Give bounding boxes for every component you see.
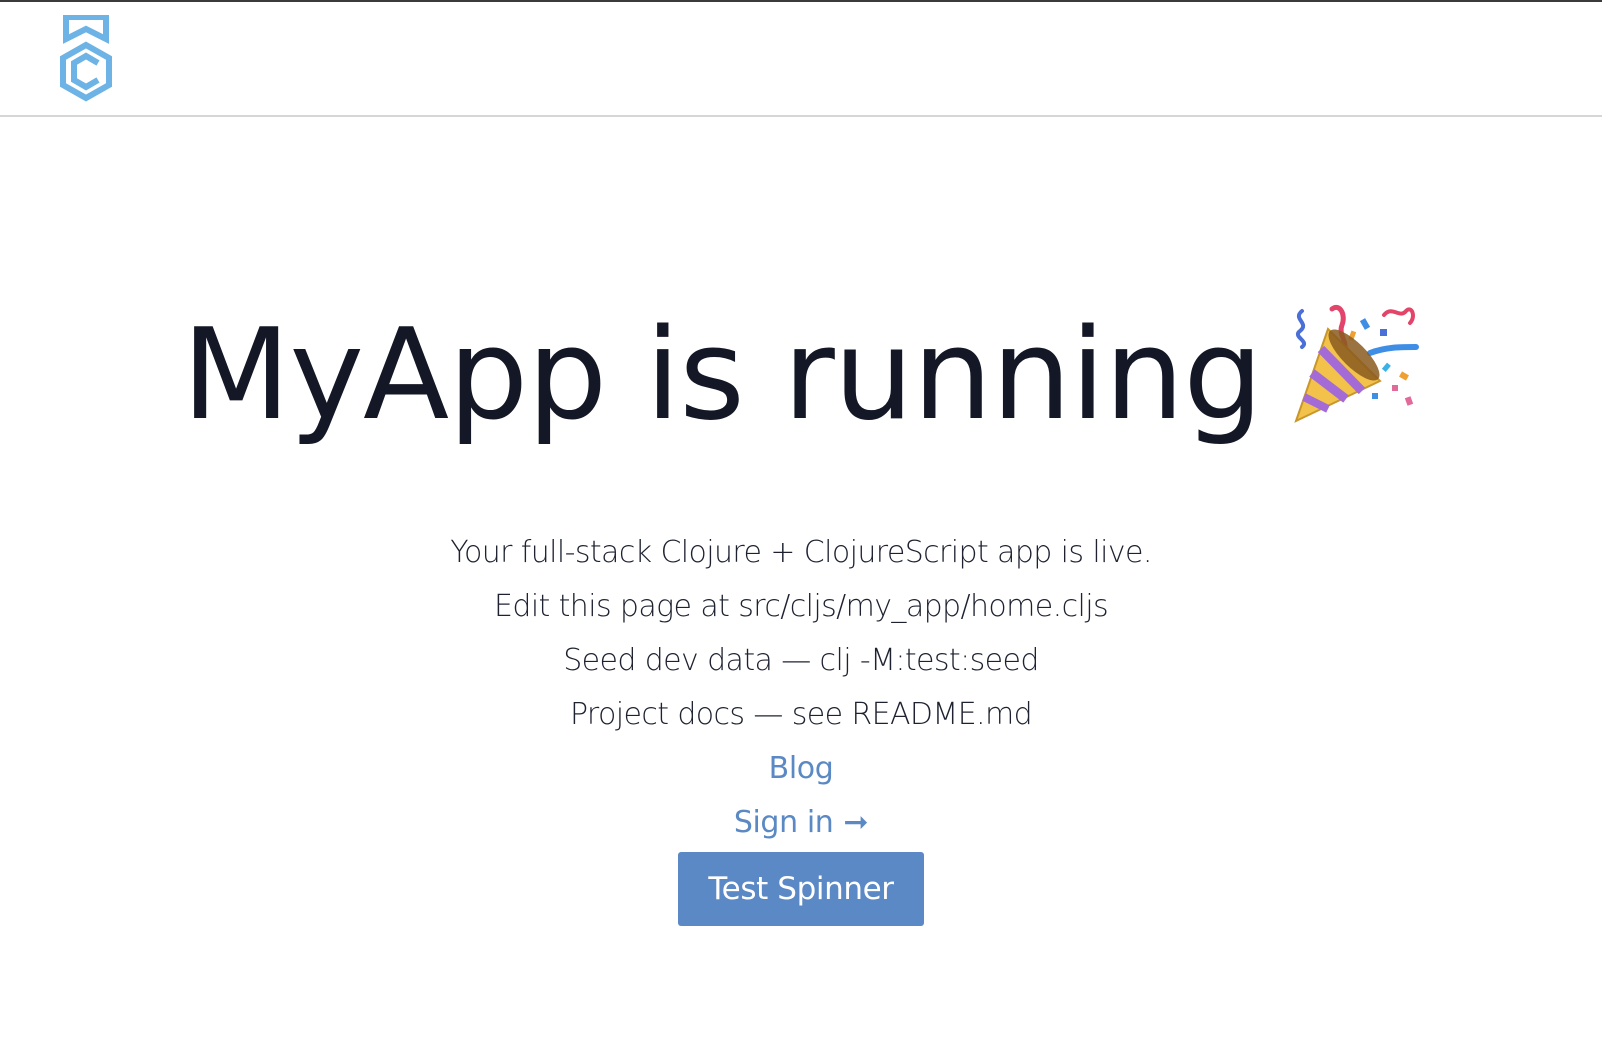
button-row: Test Spinner [0, 852, 1602, 926]
test-spinner-button[interactable]: Test Spinner [678, 852, 924, 926]
blog-link[interactable]: Blog [769, 742, 834, 796]
app-header [0, 2, 1602, 117]
arrow-right-icon: ➞ [843, 805, 869, 840]
signin-row: Sign in ➞ [0, 796, 1602, 850]
page-title: MyApp is running [181, 301, 1263, 448]
info-line-live: Your full-stack Clojure + ClojureScript … [450, 535, 1152, 570]
info-line-project-docs: Project docs — see README.md [569, 697, 1033, 732]
info-section: Your full-stack Clojure + ClojureScript … [0, 526, 1602, 926]
hero-title-row: MyApp is running [182, 300, 1420, 450]
shield-c-logo-icon[interactable] [56, 15, 116, 107]
party-popper-icon [1294, 305, 1420, 423]
info-line-edit-path: Edit this page at src/cljs/my_app/home.c… [494, 589, 1109, 624]
info-line-seed-data: Seed dev data — clj -M:test:seed [563, 643, 1039, 678]
blog-row: Blog [0, 742, 1602, 796]
signin-link[interactable]: Sign in ➞ [733, 796, 869, 850]
hero-section: MyApp is running [0, 300, 1602, 450]
signin-label: Sign in [733, 805, 834, 840]
